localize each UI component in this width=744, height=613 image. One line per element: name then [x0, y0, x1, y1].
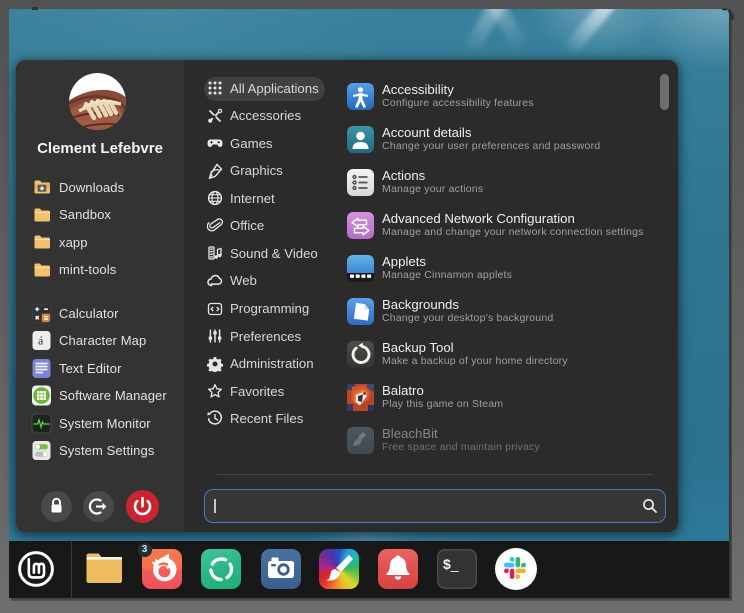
svg-text:á: á — [38, 334, 44, 348]
